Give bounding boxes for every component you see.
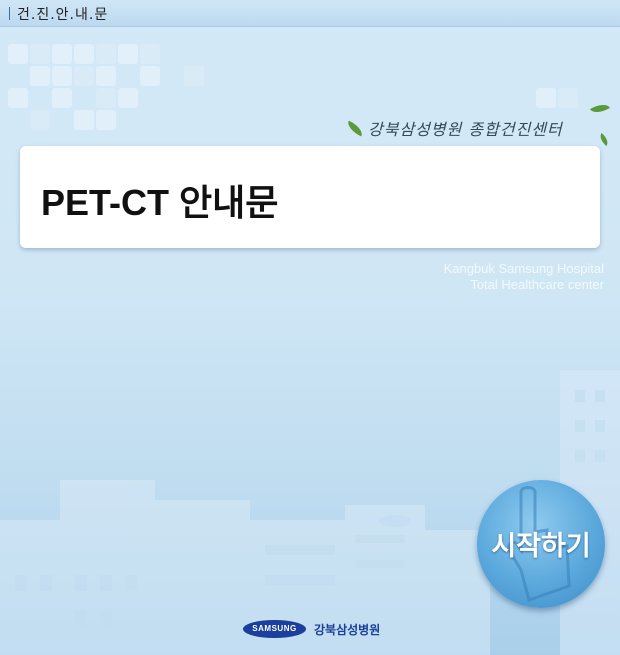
footer-hospital-name: 강북삼성병원 — [314, 623, 381, 637]
hospital-center-name: 강북삼성병원 종합건진센터 — [368, 120, 563, 139]
title-card: PET-CT 안내문 — [20, 146, 600, 248]
english-line-1: Kangbuk Samsung Hospital — [443, 261, 604, 276]
start-button-label: 시작하기 — [491, 531, 591, 562]
title-divider — [9, 7, 10, 20]
page-title: PET-CT 안내문 — [41, 182, 279, 223]
start-button[interactable]: 시작하기 — [477, 480, 605, 608]
top-bar-title: 건.진.안.내.문 — [17, 7, 109, 23]
top-bar: 건.진.안.내.문 — [0, 0, 620, 27]
english-line-2: Total Healthcare center — [470, 277, 604, 292]
english-hospital-name: Kangbuk Samsung Hospital Total Healthcar… — [444, 261, 604, 293]
samsung-logo: SAMSUNG — [243, 620, 306, 638]
